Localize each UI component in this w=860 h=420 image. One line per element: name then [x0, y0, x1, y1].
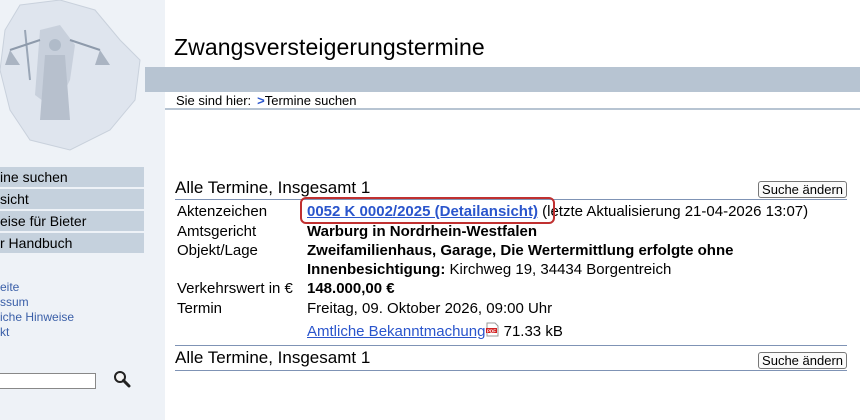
bekanntmachung-size: 71.33 kB: [503, 323, 563, 340]
bekanntmachung-row: Amtliche Bekanntmachung PDF 71.33 kB: [307, 322, 563, 340]
sidebar-item-termine-suchen[interactable]: ine suchen: [0, 167, 144, 187]
amtsgericht-value: Warburg in Nordrhein-Westfalen: [307, 223, 538, 240]
sidebar-link-impressum[interactable]: ssum: [0, 295, 74, 310]
aktenzeichen-label: Aktenzeichen: [177, 203, 268, 220]
justitia-map-logo: [0, 0, 141, 151]
breadcrumb-current[interactable]: Termine suchen: [265, 93, 357, 108]
results-count-top: Alle Termine, Insgesamt 1: [175, 178, 371, 197]
termin-label: Termin: [177, 300, 223, 317]
verkehrswert-value: 148.000,00 €: [307, 280, 395, 297]
sidebar-item-handbuch[interactable]: r Handbuch: [0, 233, 144, 253]
verkehrswert-label: Verkehrswert in €: [177, 280, 293, 297]
objekt-description: Zweifamilienhaus, Garage, Die Wertermitt…: [307, 242, 734, 259]
sidebar-link-rechtliche-hinweise[interactable]: iche Hinweise: [0, 310, 74, 325]
header-band: [145, 67, 860, 92]
sidebar-nav: ine suchen sicht eise für Bieter r Handb…: [0, 167, 144, 255]
results-heading-bottom: Alle Termine, Insgesamt 1 Suche ändern: [175, 348, 847, 369]
change-search-button-top[interactable]: Suche ändern: [758, 181, 847, 198]
amtsgericht-label: Amtsgericht: [177, 223, 257, 240]
termin-value: Freitag, 09. Oktober 2026, 09:00 Uhr: [307, 300, 553, 317]
search-input[interactable]: [0, 373, 96, 389]
sidebar-item-uebersicht[interactable]: sicht: [0, 189, 144, 209]
breadcrumb-label: Sie sind hier:: [176, 93, 252, 108]
svg-text:PDF: PDF: [487, 328, 496, 333]
results-divider-bottom: [175, 370, 847, 371]
change-search-button-bottom[interactable]: Suche ändern: [758, 352, 847, 369]
page-title: Zwangsversteigerungstermine: [174, 34, 485, 60]
sidebar-links: eite ssum iche Hinweise kt: [0, 280, 74, 340]
case-link-highlight: [300, 197, 555, 224]
sidebar-link-startseite[interactable]: eite: [0, 280, 74, 295]
sidebar-item-hinweise-bieter[interactable]: eise für Bieter: [0, 211, 144, 231]
objekt-note: Innenbesichtigung:: [307, 261, 446, 278]
breadcrumb: Sie sind hier: >Termine suchen: [176, 93, 357, 108]
objekt-label: Objekt/Lage: [177, 242, 258, 259]
header-divider: [165, 108, 860, 110]
results-count-bottom: Alle Termine, Insgesamt 1: [175, 348, 371, 367]
bekanntmachung-link[interactable]: Amtliche Bekanntmachung: [307, 323, 485, 340]
search-icon[interactable]: [113, 370, 131, 388]
results-heading-top: Alle Termine, Insgesamt 1 Suche ändern: [175, 178, 847, 198]
sidebar-link-kontakt[interactable]: kt: [0, 325, 74, 340]
pdf-icon[interactable]: PDF: [486, 322, 499, 337]
update-note: (letzte Aktualisierung 21-04-2026 13:07): [542, 203, 809, 220]
objekt-address: Kirchweg 19, 34434 Borgentreich: [449, 261, 672, 278]
objekt-address-line: Innenbesichtigung: Kirchweg 19, 34434 Bo…: [307, 261, 671, 278]
breadcrumb-arrow-icon: >: [257, 93, 265, 108]
results-divider-mid: [175, 345, 847, 346]
